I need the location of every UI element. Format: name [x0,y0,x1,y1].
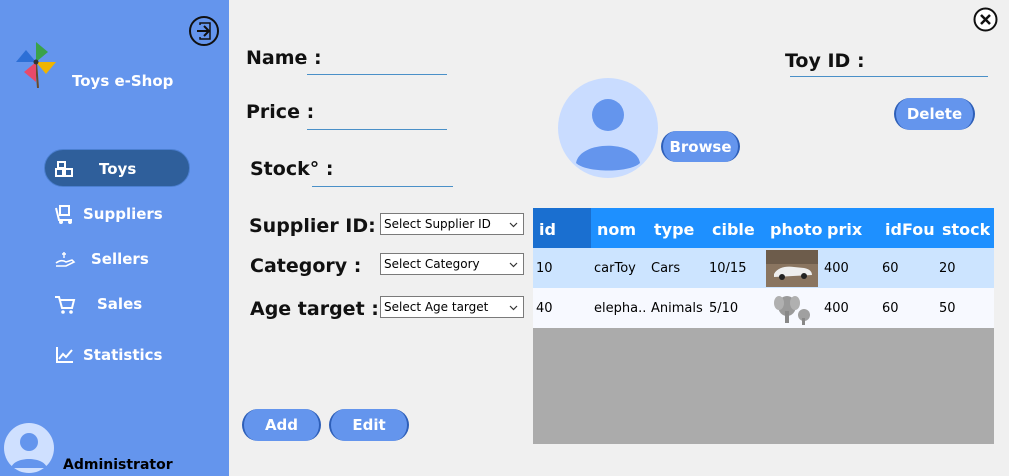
sellers-icon [55,252,76,267]
cell-id: 10 [536,261,553,276]
toy-id-input[interactable] [790,55,988,77]
toys-table[interactable]: id nom type cible photo prix idFourn sto… [533,208,994,444]
chevron-down-icon [509,222,518,228]
supplier-id-label: Supplier ID: [249,215,376,237]
sidebar-item-toys[interactable]: Toys [44,149,190,187]
supplier-id-select[interactable]: Select Supplier ID [380,213,524,235]
category-select[interactable]: Select Category [380,253,524,275]
sidebar-item-label: Statistics [83,346,163,364]
sidebar-item-label: Sellers [91,250,149,268]
sidebar-item-label: Toys [99,160,137,178]
stock-input[interactable] [312,165,453,187]
chevron-down-icon [509,305,518,311]
admin-username: Administrator [63,457,173,473]
column-header-nom[interactable]: nom [597,220,636,239]
delete-button[interactable]: Delete [894,98,975,130]
cell-id: 40 [536,301,553,316]
cell-cible: 10/15 [709,261,747,276]
suppliers-icon [55,205,72,224]
cell-stock: 50 [939,301,956,316]
cell-nom: carToy [594,261,636,276]
cell-type: Animals [651,301,703,316]
toys-icon [55,161,73,177]
sidebar-item-suppliers[interactable]: Suppliers [44,195,190,233]
supplier-id-select-value: Select Supplier ID [384,217,491,231]
column-header-type[interactable]: type [654,220,694,239]
column-header-photo[interactable]: photo [770,220,822,239]
pinwheel-logo-icon [16,42,56,88]
browse-button[interactable]: Browse [661,131,740,162]
user-avatar-icon [4,423,54,473]
age-target-select[interactable]: Select Age target [380,296,524,318]
cell-prix: 400 [824,301,849,316]
logout-icon[interactable] [188,15,220,47]
column-header-stock[interactable]: stock [942,220,990,239]
price-label: Price : [246,101,315,123]
cell-type: Cars [651,261,681,276]
age-target-select-value: Select Age target [384,300,489,314]
table-header: id nom type cible photo prix idFourn sto… [533,208,994,248]
cell-idfourn: 60 [882,301,899,316]
add-button[interactable]: Add [242,409,321,441]
elephant-photo-thumbnail [773,291,813,326]
name-input[interactable] [307,53,447,75]
chevron-down-icon [509,262,518,268]
cart-icon [55,296,76,314]
chart-icon [56,347,73,363]
cell-nom: elepha... [594,301,646,316]
app-window: Toys e-Shop Toys Suppliers Sellers Sales… [0,0,1009,476]
edit-button[interactable]: Edit [329,409,409,441]
cell-stock: 20 [939,261,956,276]
cell-cible: 5/10 [709,301,739,316]
price-input[interactable] [307,108,447,130]
age-target-label: Age target : [250,298,379,320]
column-header-idfourn[interactable]: idFourn [885,220,935,239]
column-header-cible[interactable]: cible [712,220,755,239]
close-icon[interactable] [973,7,998,32]
column-header-prix[interactable]: prix [827,220,862,239]
sidebar-item-label: Sales [97,295,143,313]
car-photo-thumbnail [766,250,818,287]
table-row[interactable]: 10 carToy Cars 10/15 400 60 20 [533,248,994,288]
sidebar-item-sales[interactable]: Sales [44,285,190,323]
sidebar-item-statistics[interactable]: Statistics [44,336,190,374]
category-label: Category : [250,255,362,277]
toy-photo-placeholder-icon [558,78,658,178]
table-row[interactable]: 40 elepha... Animals 5/10 400 60 50 [533,288,994,328]
category-select-value: Select Category [384,257,480,271]
sidebar-item-sellers[interactable]: Sellers [44,240,190,278]
cell-prix: 400 [824,261,849,276]
sidebar: Toys e-Shop Toys Suppliers Sellers Sales… [0,0,229,476]
sidebar-item-label: Suppliers [83,205,163,223]
cell-idfourn: 60 [882,261,899,276]
column-header-id[interactable]: id [539,220,556,239]
brand-title: Toys e-Shop [72,72,174,90]
